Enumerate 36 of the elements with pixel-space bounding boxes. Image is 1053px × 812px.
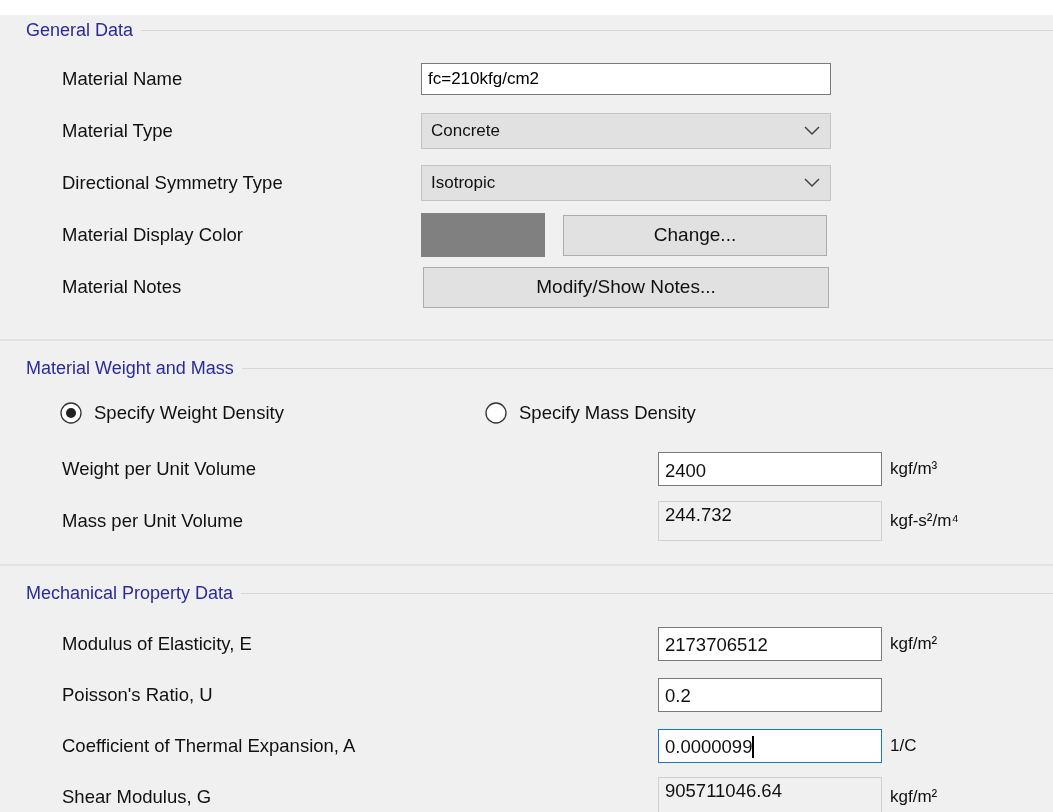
field-label: Material Name (61, 68, 184, 90)
dropdown[interactable]: Concrete (421, 113, 831, 149)
notes-button[interactable]: Modify/Show Notes... (423, 266, 829, 308)
input-field[interactable]: 0.0000099 (658, 728, 882, 763)
unit-label: 1/C (889, 735, 917, 756)
chevron-down-icon (804, 126, 820, 136)
input-field[interactable]: 2400 (658, 452, 882, 486)
change-button[interactable]: Change... (563, 214, 827, 256)
unit-label: kgf/m² (889, 633, 938, 654)
unit-label: kgf/m² (889, 786, 938, 807)
field-label: Material Type (61, 120, 174, 142)
section-title: Material Weight and Mass (25, 357, 235, 379)
field-label: Shear Modulus, G (61, 785, 213, 808)
dropdown[interactable]: Isotropic (421, 165, 831, 201)
section-title: Mechanical Property Data (25, 582, 235, 604)
unit-label: kgf/m³ (889, 459, 938, 479)
radio-button[interactable] (485, 402, 507, 424)
radio-button[interactable] (60, 402, 82, 424)
field-label: Material Notes (61, 276, 183, 298)
field-label: Mass per Unit Volume (61, 510, 244, 532)
section-title: General Data (25, 19, 135, 41)
input-field[interactable]: 2173706512 (658, 626, 882, 661)
readonly-field: 244.732 (658, 501, 882, 541)
field-label: Weight per Unit Volume (61, 458, 257, 480)
field-label: Material Display Color (61, 224, 244, 246)
field-label: Poisson's Ratio, U (61, 683, 214, 706)
radio-label[interactable]: Specify Mass Density (519, 402, 696, 424)
field-label: Modulus of Elasticity, E (61, 632, 253, 655)
input-field[interactable]: 0.2 (658, 677, 882, 712)
radio-label[interactable]: Specify Weight Density (94, 402, 284, 424)
readonly-field: 905711046.64 (658, 776, 882, 812)
unit-label: kgf-s²/m⁴ (889, 511, 959, 531)
field-label: Directional Symmetry Type (61, 172, 284, 194)
field-label: Coefficient of Thermal Expansion, A (61, 734, 357, 757)
name-field[interactable]: fc=210kfg/cm2 (421, 63, 831, 95)
chevron-down-icon (804, 178, 820, 188)
